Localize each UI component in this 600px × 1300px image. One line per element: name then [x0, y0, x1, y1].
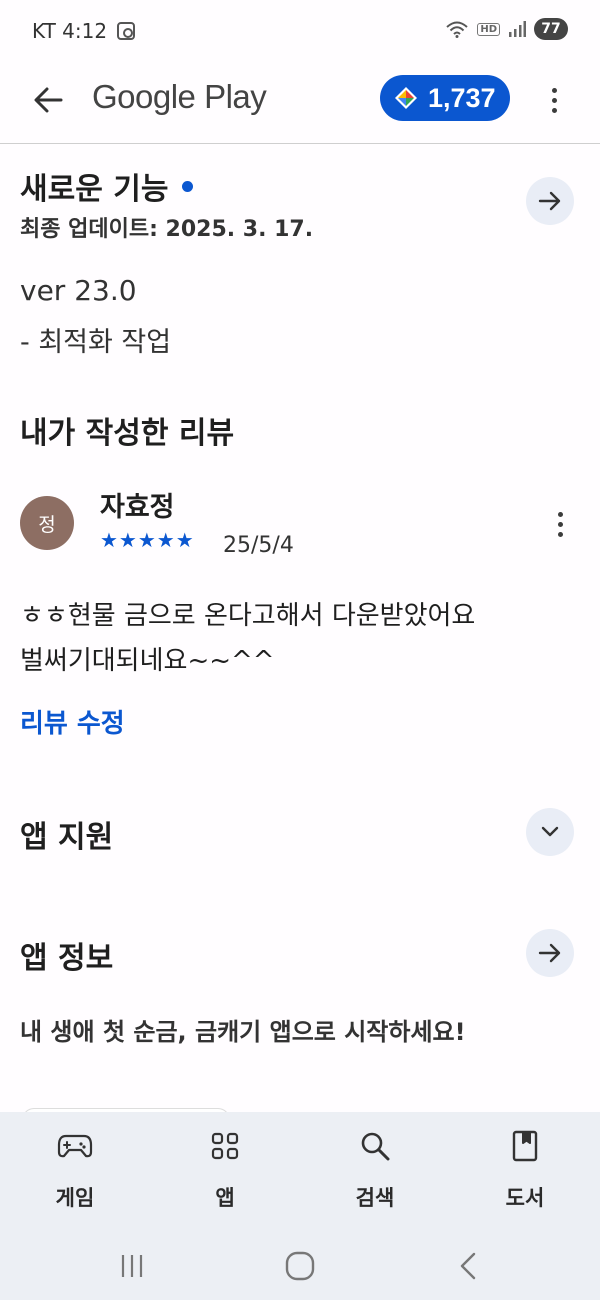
system-back-button[interactable] [438, 1246, 498, 1286]
arrow-right-icon [538, 191, 561, 211]
recent-apps-button[interactable] [102, 1246, 162, 1286]
more-options-button[interactable] [536, 78, 572, 122]
app-bar: Google Play 1,737 [0, 62, 600, 144]
arrow-right-icon [538, 943, 561, 963]
avatar: 정 [20, 496, 74, 550]
nav-item-apps[interactable]: 앱 [150, 1112, 300, 1232]
nav-label-search: 검색 [355, 1186, 395, 1210]
app-info-description: 내 생애 첫 순금, 금캐기 앱으로 시작하세요! [20, 1018, 466, 1046]
home-button[interactable] [270, 1246, 330, 1286]
play-points-chip[interactable]: 1,737 [380, 75, 510, 121]
more-vert-icon [557, 511, 563, 537]
hd-badge: HD [477, 22, 500, 36]
back-button[interactable] [26, 78, 70, 122]
signal-icon [509, 21, 526, 37]
whats-new-title: 새로운 기능 [20, 172, 169, 207]
review-date: 25/5/4 [223, 533, 294, 558]
nav-item-games[interactable]: 게임 [0, 1112, 150, 1232]
more-vert-icon [551, 87, 557, 113]
carrier-time: KT 4:12 [32, 19, 108, 43]
status-right: HD 77 [445, 18, 568, 40]
points-count: 1,737 [428, 82, 496, 113]
apps-grid-icon [211, 1132, 239, 1160]
review-body-line-1: ㅎㅎ현물 금으로 온다고해서 다운받았어요 [20, 601, 476, 631]
nav-item-search[interactable]: 검색 [300, 1112, 450, 1232]
bottom-navigation: 게임 앱 검색 도서 [0, 1112, 600, 1232]
edit-review-link[interactable]: 리뷰 수정 [20, 703, 125, 740]
arrow-left-icon [34, 87, 63, 113]
chevron-down-icon [541, 826, 559, 837]
chevron-left-icon [460, 1252, 476, 1280]
nav-label-apps: 앱 [215, 1186, 235, 1210]
whats-new-arrow-button[interactable] [526, 177, 574, 225]
search-icon [361, 1132, 390, 1161]
review-author: 자효정 [100, 492, 175, 523]
app-info-title[interactable]: 앱 정보 [20, 933, 113, 977]
nav-label-games: 게임 [55, 1186, 95, 1210]
app-info-arrow-button[interactable] [526, 929, 574, 977]
review-body-line-2: 벌써기대되네요~~^^ [20, 646, 275, 676]
whats-new-header[interactable]: 새로운 기능 [20, 164, 194, 208]
status-bar: KT 4:12 HD 77 [0, 0, 600, 62]
recent-apps-icon [121, 1255, 143, 1277]
home-icon [285, 1251, 315, 1281]
play-points-icon [395, 87, 417, 109]
my-review-title: 내가 작성한 리뷰 [20, 416, 235, 451]
gamepad-icon [57, 1134, 93, 1158]
last-updated: 최종 업데이트: 2025. 3. 17. [20, 217, 314, 242]
release-note: - 최적화 작업 [20, 327, 172, 358]
wifi-icon [446, 21, 468, 38]
app-support-expand-button[interactable] [526, 808, 574, 856]
battery-indicator: 77 [534, 18, 568, 40]
google-play-logo: Google Play [92, 78, 267, 115]
system-navigation-bar [0, 1232, 600, 1300]
star-rating: ★★★★★ [100, 528, 195, 552]
book-icon [512, 1130, 538, 1162]
nav-item-books[interactable]: 도서 [450, 1112, 600, 1232]
play-store-screen: KT 4:12 HD 77 Google Play 1,737 새로운 기능 최… [0, 0, 600, 1300]
notification-icon [117, 22, 136, 40]
review-more-button[interactable] [542, 504, 578, 544]
app-support-title[interactable]: 앱 지원 [20, 812, 113, 856]
version-text: ver 23.0 [20, 274, 137, 307]
new-indicator-dot [182, 181, 194, 192]
status-left: KT 4:12 [32, 19, 136, 43]
nav-label-books: 도서 [505, 1186, 545, 1210]
